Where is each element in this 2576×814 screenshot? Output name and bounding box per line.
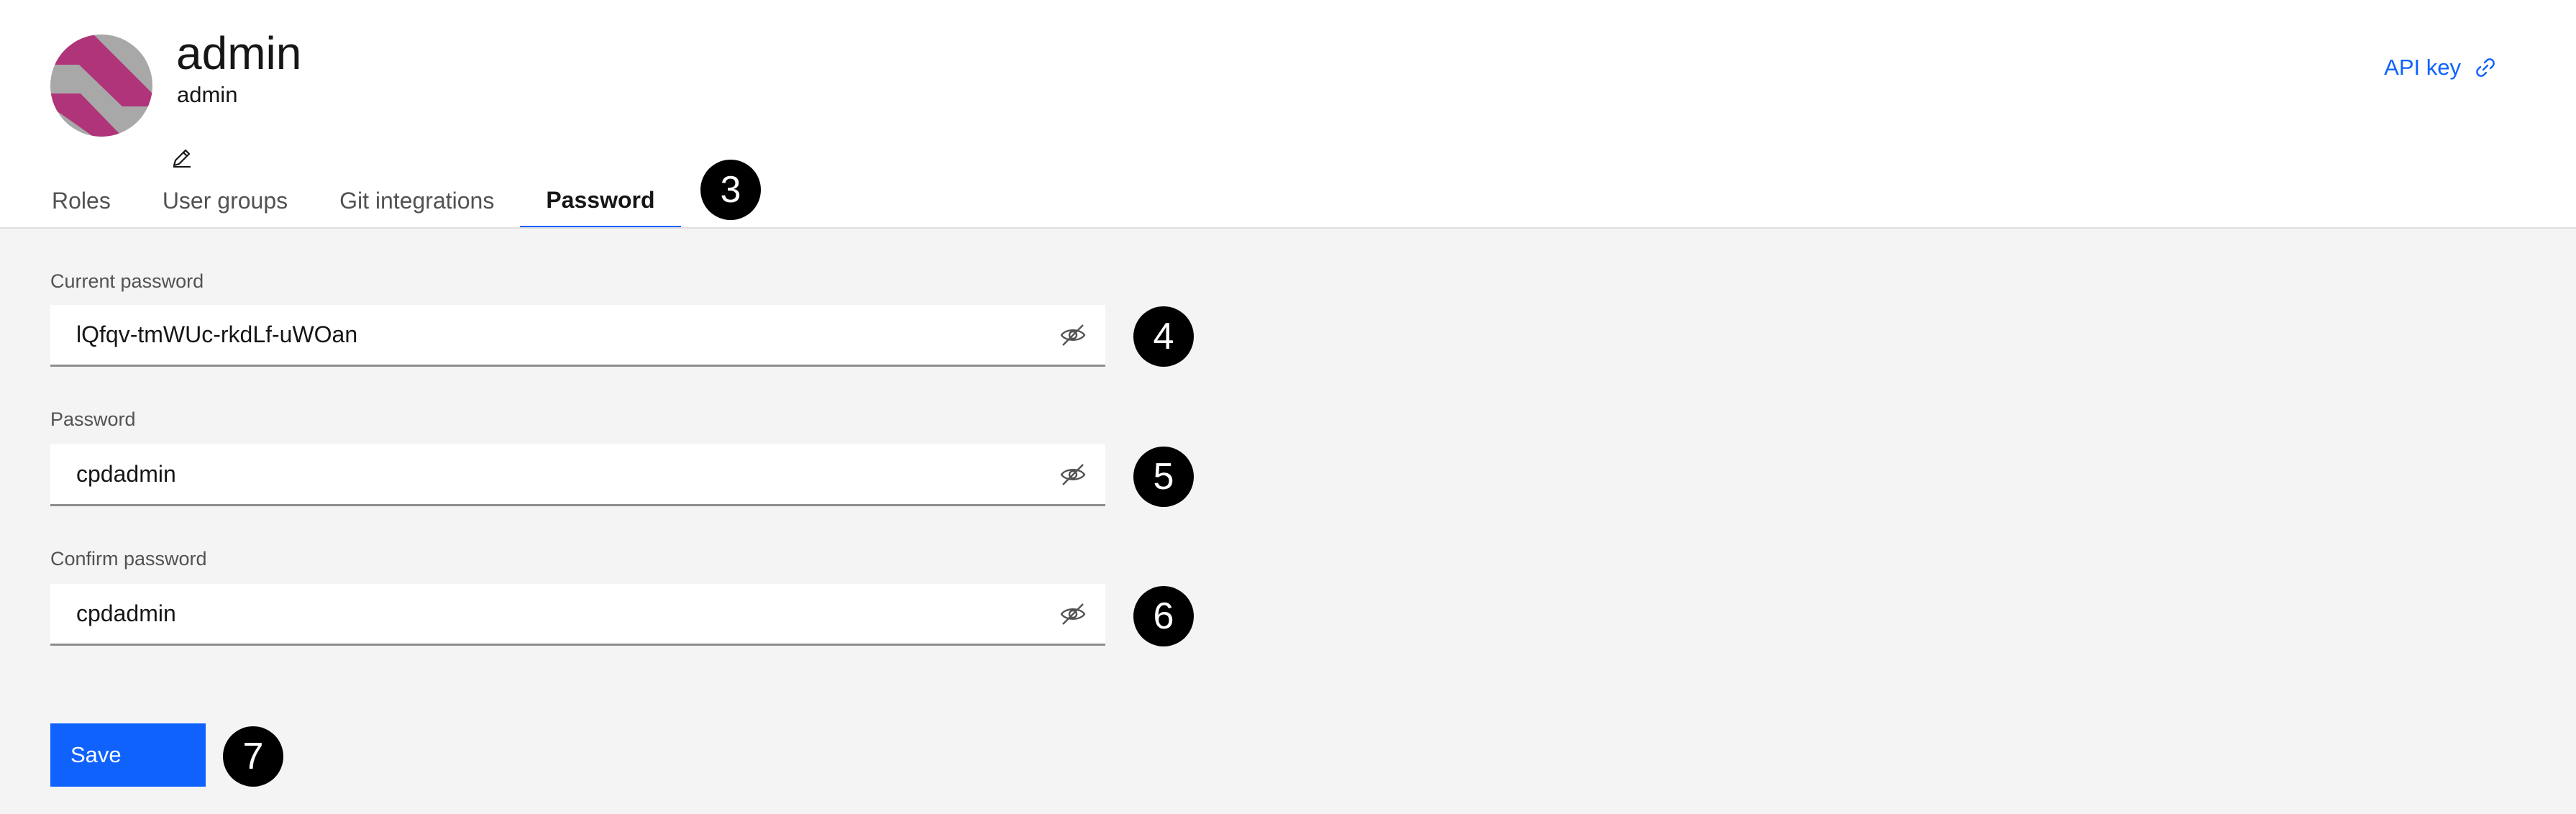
password-input[interactable] (76, 444, 1033, 504)
current-password-label: Current password (50, 270, 204, 292)
current-password-input[interactable] (76, 305, 1033, 365)
user-username: admin (177, 82, 238, 107)
tab-password-label: Password (546, 186, 655, 213)
tab-git-integrations-label: Git integrations (339, 187, 495, 214)
tab-roles-label: Roles (52, 187, 111, 214)
current-password-field-wrapper (50, 305, 1105, 367)
hide-password-icon[interactable] (1059, 462, 1087, 488)
hide-password-icon[interactable] (1059, 601, 1087, 627)
api-key-label: API key (2384, 55, 2461, 80)
callout-badge-7: 7 (223, 726, 283, 787)
avatar[interactable] (50, 35, 201, 175)
confirm-password-label: Confirm password (50, 548, 207, 570)
confirm-password-input[interactable] (76, 584, 1033, 644)
password-label: Password (50, 408, 136, 430)
avatar-pattern-icon (50, 35, 152, 137)
tab-user-groups-label: User groups (162, 187, 288, 214)
callout-badge-5: 5 (1133, 447, 1194, 507)
password-field-wrapper (50, 444, 1105, 506)
edit-avatar-button[interactable] (163, 140, 201, 175)
profile-tabs: Roles User groups Git integrations Passw… (26, 174, 681, 229)
callout-badge-6: 6 (1133, 586, 1194, 646)
password-form: Current password 4 Password 5 Confirm pa… (0, 229, 2576, 814)
tab-user-groups[interactable]: User groups (136, 174, 314, 229)
user-display-name: admin (176, 27, 302, 79)
profile-header: admin admin API key Roles User groups Gi… (0, 0, 2576, 229)
callout-badge-3: 3 (700, 160, 761, 220)
pencil-icon (173, 149, 191, 168)
confirm-password-field-wrapper (50, 584, 1105, 646)
tab-password[interactable]: Password (520, 174, 681, 229)
callout-badge-4: 4 (1133, 306, 1194, 367)
tab-roles[interactable]: Roles (26, 174, 137, 229)
api-key-link[interactable]: API key (2384, 55, 2497, 81)
tab-git-integrations[interactable]: Git integrations (314, 174, 521, 229)
link-icon (2476, 58, 2495, 77)
hide-password-icon[interactable] (1059, 322, 1087, 348)
save-button[interactable]: Save (50, 723, 206, 787)
